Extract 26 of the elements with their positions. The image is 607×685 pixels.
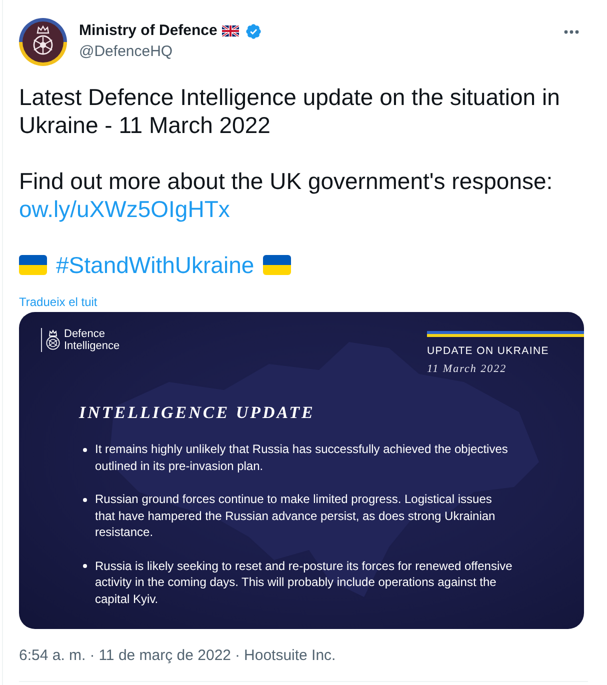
more-icon[interactable] <box>564 30 579 34</box>
bullet-icon <box>83 448 87 452</box>
date-link[interactable]: 11 de març de 2022 <box>98 646 232 666</box>
logo-text: Defence Intelligence <box>64 328 121 352</box>
update-label: UPDATE ON UKRAINE <box>427 344 549 358</box>
bullet-text: Russian ground forces continue to make limited progress. Logistical issues that have hampered the Russian advance persist, as does strong Ukrainian resistance. <box>95 491 496 540</box>
uk-flag-icon <box>222 25 240 37</box>
bullet-text: It remains highly unlikely that Russia has successfully achieved the objectives outlined in its pre-invasion plan. <box>95 441 508 474</box>
image-card[interactable] <box>19 312 584 629</box>
separator: · <box>235 646 240 666</box>
separator: · <box>90 646 95 666</box>
author-handle[interactable]: @DefenceHQ <box>79 42 173 62</box>
tweet-text: Latest Defence Intelligence update on the situation in Ukraine - 11 March 2022 <box>19 83 561 139</box>
avatar-icon[interactable] <box>19 18 67 66</box>
bullet-icon <box>83 498 87 502</box>
crest-icon <box>45 329 61 351</box>
heading: INTELLIGENCE UPDATE <box>79 402 315 424</box>
tweet-text: Find out more about the UK government's response: <box>19 167 554 195</box>
ukraine-flag-icon <box>263 255 292 275</box>
bullet-text: Russia is likely seeking to reset and re-posture its forces for renewed offensive activity in the coming days. This will probably include operations against the capital Kyiv. <box>95 558 512 607</box>
time-link[interactable]: 6:54 a. m. <box>19 646 86 666</box>
update-date: 11 March 2022 <box>427 363 507 376</box>
author-name[interactable]: Ministry of Defence <box>79 21 218 41</box>
bullet-icon <box>83 564 87 568</box>
ukraine-flag-icon <box>19 255 47 275</box>
source-link[interactable]: Hootsuite Inc. <box>244 646 336 666</box>
